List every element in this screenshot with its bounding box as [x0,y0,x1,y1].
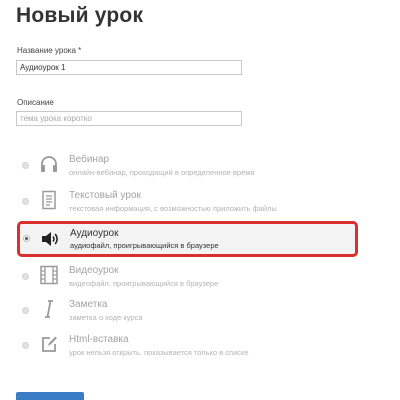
webinar-radio[interactable] [22,162,29,169]
headphones-icon [41,156,57,172]
lesson-type-text[interactable]: Текстовый урок текстовая информация, с в… [16,190,357,224]
text-lesson-title: Текстовый урок [69,190,141,201]
webinar-description: онлайн-вебинар, проходящий в определенно… [69,168,255,177]
text-lesson-radio[interactable] [22,198,29,205]
lesson-name-label: Название урока * [17,46,82,55]
lesson-type-video[interactable]: Видеоурок видеофайл, проигрывающийся в б… [16,265,357,299]
html-embed-radio[interactable] [22,342,29,349]
italic-i-icon [45,300,53,318]
document-icon [42,190,56,210]
video-lesson-description: видеофайл, проигрывающийся в браузере [69,279,219,288]
audio-lesson-description: аудиофайл, проигрывающийся в браузере [70,241,219,250]
page-title: Новый урок [16,4,144,27]
speaker-icon [42,232,58,246]
lesson-type-webinar[interactable]: Вебинар онлайн-вебинар, проходящий в опр… [16,154,357,188]
html-embed-title: Html-вставка [69,334,129,345]
note-title: Заметка [69,299,108,310]
webinar-title: Вебинар [69,154,110,165]
note-radio[interactable] [22,307,29,314]
video-lesson-title: Видеоурок [69,265,119,276]
lesson-type-audio[interactable]: Аудиоурок аудиофайл, проигрывающийся в б… [17,221,358,257]
edit-icon [42,336,57,352]
lesson-type-html[interactable]: Html-вставка урок нельзя открыть. показы… [16,334,357,368]
video-lesson-radio[interactable] [22,273,29,280]
audio-lesson-title: Аудиоурок [70,228,119,239]
note-description: заметка о ходе курса [69,313,143,322]
lesson-name-input[interactable] [16,60,242,75]
film-icon [40,265,58,285]
submit-button[interactable] [16,392,84,400]
html-embed-description: урок нельзя открыть. показывается только… [69,348,249,357]
text-lesson-description: текстовая информация, с возможностью при… [69,204,277,213]
description-label: Описание [17,98,54,107]
description-input[interactable] [16,111,242,126]
lesson-type-note[interactable]: Заметка заметка о ходе курса [16,299,357,333]
audio-lesson-radio[interactable] [23,235,30,242]
